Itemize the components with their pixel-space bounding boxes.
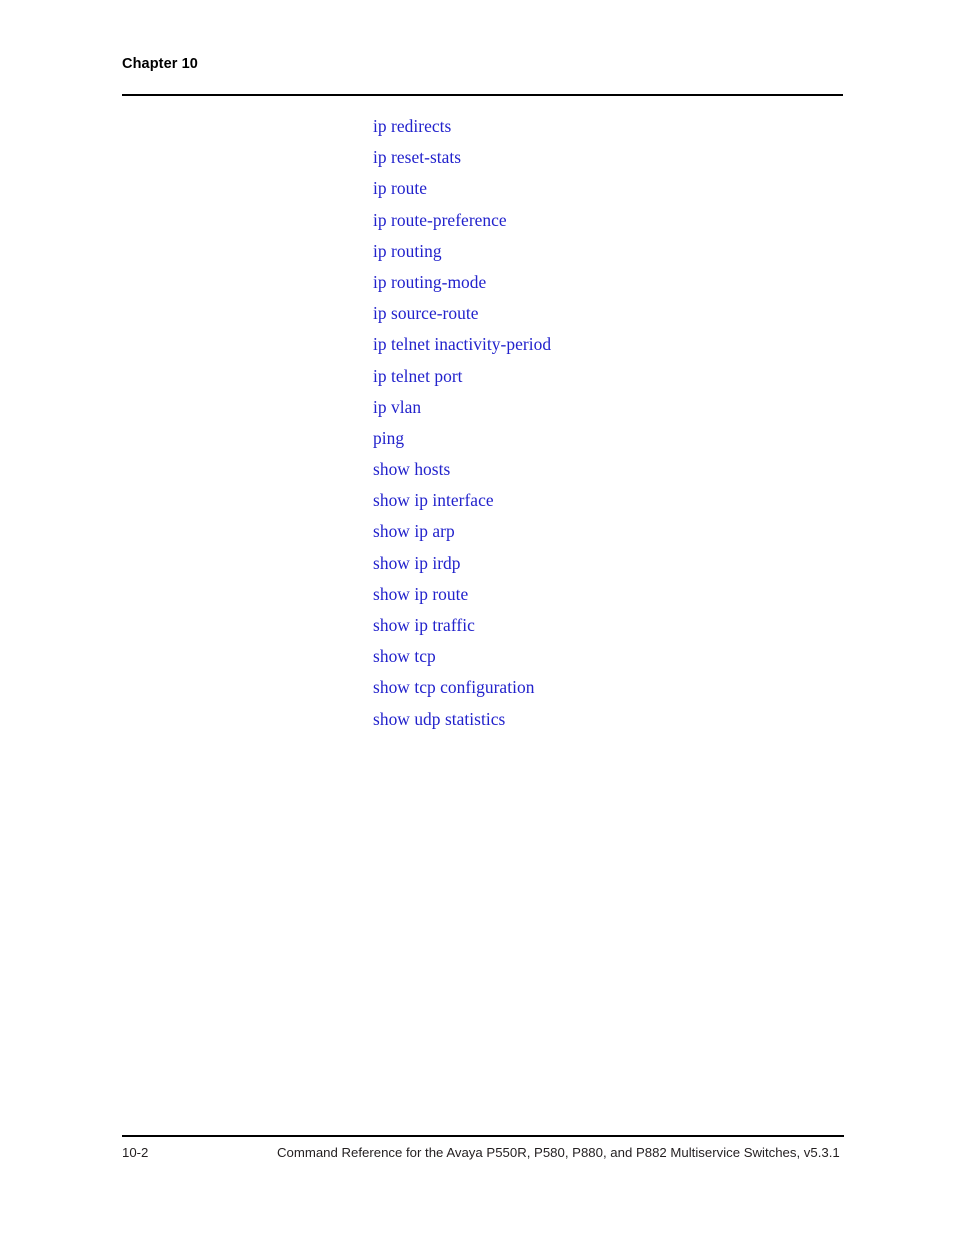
toc-link[interactable]: show ip irdp	[373, 552, 461, 574]
toc-link[interactable]: show tcp configuration	[373, 676, 534, 698]
footer-document-title: Command Reference for the Avaya P550R, P…	[277, 1145, 840, 1160]
toc-list-item: show ip route	[373, 583, 843, 614]
toc-list-item: ip vlan	[373, 396, 843, 427]
toc-link[interactable]: show ip route	[373, 583, 468, 605]
toc-link[interactable]: ip vlan	[373, 396, 421, 418]
toc-list: ip redirects ip reset-stats ip route ip rou…	[373, 115, 843, 739]
toc-link[interactable]: ip routing	[373, 240, 442, 262]
toc-link[interactable]: ip telnet inactivity-period	[373, 333, 551, 355]
toc-link[interactable]: show ip traffic	[373, 614, 475, 636]
toc-link[interactable]: ip telnet port	[373, 365, 463, 387]
chapter-label: Chapter 10	[122, 56, 198, 72]
toc-list-item: ip telnet port	[373, 365, 843, 396]
toc-list-item: show hosts	[373, 458, 843, 489]
toc-link[interactable]: ping	[373, 427, 404, 449]
toc-list-item: show tcp configuration	[373, 676, 843, 707]
toc-list-item: ip route-preference	[373, 209, 843, 240]
toc-list-item: ip telnet inactivity-period	[373, 333, 843, 364]
toc-link[interactable]: show ip arp	[373, 520, 455, 542]
toc-list-item: ping	[373, 427, 843, 458]
toc-list-item: ip routing-mode	[373, 271, 843, 302]
toc-list-item: show ip interface	[373, 489, 843, 520]
toc-link[interactable]: ip routing-mode	[373, 271, 486, 293]
page-footer: 10-2 Command Reference for the Avaya P55…	[122, 1144, 844, 1168]
toc-link[interactable]: ip route-preference	[373, 209, 507, 231]
toc-list-item: ip redirects	[373, 115, 843, 146]
toc-list-item: ip source-route	[373, 302, 843, 333]
page-header: Chapter 10	[122, 54, 844, 96]
toc-list-item: ip routing	[373, 240, 843, 271]
header-divider	[122, 94, 843, 96]
toc-link[interactable]: ip reset-stats	[373, 146, 461, 168]
document-page: Chapter 10 ip redirects ip reset-stats ip …	[0, 0, 954, 1235]
toc-link[interactable]: show udp statistics	[373, 708, 505, 730]
toc-list-item: ip route	[373, 177, 843, 208]
footer-divider	[122, 1135, 844, 1137]
toc-list-item: show ip traffic	[373, 614, 843, 645]
toc-link[interactable]: ip source-route	[373, 302, 479, 324]
toc-link[interactable]: show tcp	[373, 645, 436, 667]
toc-list-item: ip reset-stats	[373, 146, 843, 177]
toc-link[interactable]: ip route	[373, 177, 427, 199]
toc-link[interactable]: show ip interface	[373, 489, 494, 511]
footer-page-number: 10-2	[122, 1145, 149, 1160]
toc-list-item: show udp statistics	[373, 708, 843, 739]
toc-list-item: show ip irdp	[373, 552, 843, 583]
toc-list-item: show tcp	[373, 645, 843, 676]
toc-list-item: show ip arp	[373, 520, 843, 551]
toc-link[interactable]: ip redirects	[373, 115, 451, 137]
toc-link[interactable]: show hosts	[373, 458, 450, 480]
